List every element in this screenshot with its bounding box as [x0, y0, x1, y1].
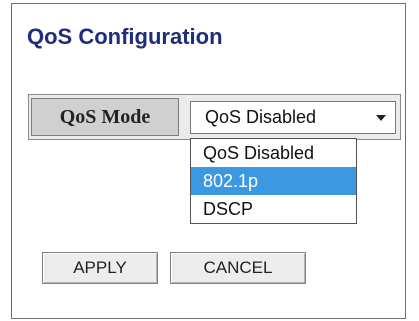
cancel-button[interactable]: CANCEL — [170, 252, 306, 284]
chevron-down-icon — [376, 115, 386, 121]
qos-mode-label: QoS Mode — [31, 98, 179, 136]
apply-button[interactable]: APPLY — [42, 252, 158, 284]
qos-mode-select[interactable]: QoS Disabled — [190, 101, 396, 134]
qos-mode-selected-value: QoS Disabled — [205, 107, 317, 127]
option-qos-disabled[interactable]: QoS Disabled — [191, 139, 356, 167]
page-title: QoS Configuration — [27, 24, 223, 49]
option-802-1p[interactable]: 802.1p — [191, 167, 356, 195]
option-dscp[interactable]: DSCP — [191, 195, 356, 223]
qos-mode-dropdown: QoS Disabled 802.1p DSCP — [190, 138, 357, 224]
